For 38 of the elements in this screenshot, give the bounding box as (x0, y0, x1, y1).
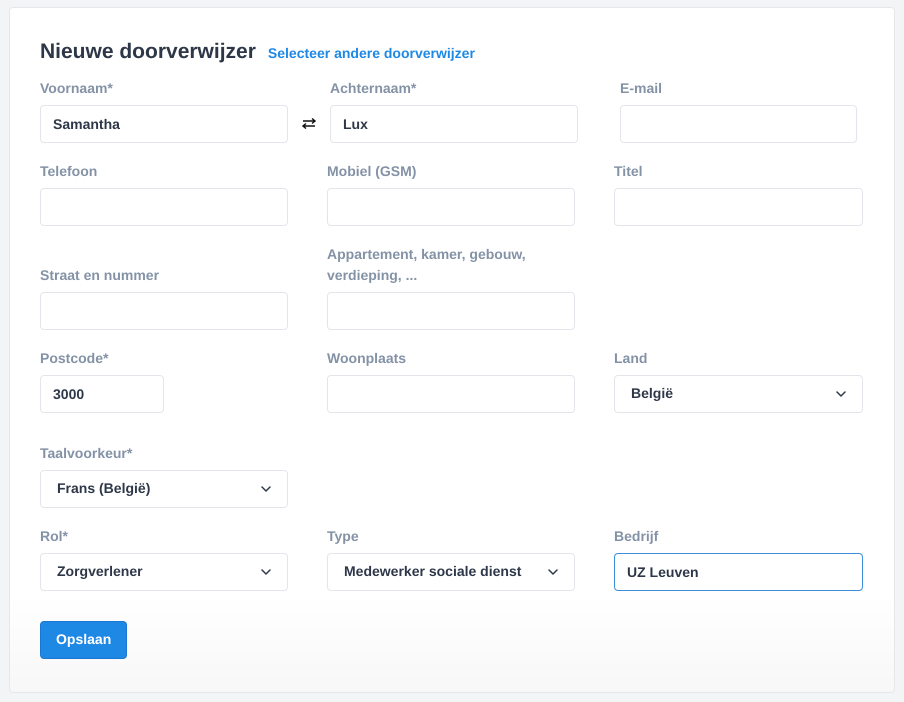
field-label: Appartement, kamer, gebouw, verdieping, ... (327, 244, 527, 285)
chevron-down-icon (261, 486, 271, 492)
field-label: Woonplaats (327, 348, 408, 368)
text-field[interactable] (327, 188, 575, 226)
text-field[interactable] (327, 374, 575, 412)
field-label: Straat en nummer (40, 266, 160, 284)
text-field[interactable]: Samantha (40, 104, 288, 142)
field-label: Taalvoorkeur* (40, 444, 134, 462)
field-label: Voornaam* (40, 78, 114, 98)
field-label: Type (327, 526, 360, 546)
field-label: Telefoon (40, 162, 98, 180)
field-label: E-mail (620, 78, 664, 98)
text-field[interactable] (40, 292, 288, 330)
field-label: Achternaam* (330, 78, 418, 98)
field-label: Mobiel (GSM) (327, 162, 418, 181)
text-field[interactable]: Lux (330, 104, 578, 142)
select-field[interactable]: Frans (België) (40, 470, 288, 508)
page-title: Nieuwe doorverwijzer (40, 39, 256, 65)
text-field[interactable] (327, 292, 575, 330)
text-field[interactable] (40, 188, 288, 226)
field-label: Titel (614, 162, 644, 180)
select-other-link[interactable]: Selecteer andere doorverwijzer (268, 43, 475, 64)
text-field[interactable]: 3000 (40, 374, 164, 412)
swap-icon[interactable] (302, 118, 316, 129)
select-field[interactable]: Medewerker sociale dienst (327, 552, 575, 590)
text-field[interactable] (620, 104, 857, 142)
select-field[interactable]: Zorgverlener (40, 552, 288, 590)
field-label: Bedrijf (614, 526, 660, 546)
text-field[interactable] (614, 188, 863, 226)
select-field[interactable]: België (614, 374, 863, 412)
chevron-down-icon (836, 390, 846, 396)
chevron-down-icon (261, 568, 271, 574)
chevron-down-icon (548, 568, 558, 574)
text-field[interactable]: UZ Leuven (614, 552, 863, 590)
field-label: Postcode* (40, 348, 110, 368)
save-button[interactable]: Opslaan (40, 620, 128, 658)
field-label: Land (614, 348, 648, 368)
field-label: Rol* (40, 526, 69, 546)
